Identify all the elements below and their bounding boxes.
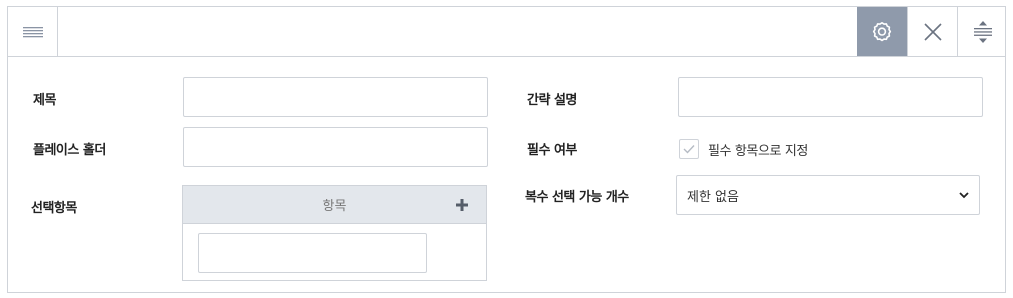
close-button[interactable] <box>907 7 957 56</box>
option-input[interactable] <box>198 233 427 273</box>
required-label: 필수 여부 <box>527 143 577 158</box>
settings-button[interactable] <box>857 7 907 56</box>
options-header-label: 항목 <box>322 199 347 214</box>
list-lines-icon <box>22 26 43 37</box>
required-checkbox-label: 필수 항목으로 지정 <box>708 143 808 159</box>
plus-icon[interactable] <box>454 197 470 213</box>
options-table: 항목 <box>182 185 487 281</box>
field-settings-panel: 제목 플레이스 홀더 선택항목 항목 간략 설명 필수 여부 필수 항목으로 지… <box>7 6 1006 293</box>
options-header: 항목 <box>183 186 486 224</box>
toolbar <box>8 7 1005 57</box>
placeholder-input[interactable] <box>183 127 488 167</box>
expand-vertical-icon <box>973 20 992 43</box>
multi-select-dropdown[interactable]: 제한 없음 <box>676 175 980 215</box>
gear-icon <box>872 21 892 41</box>
options-label: 선택항목 <box>31 201 77 216</box>
required-checkbox[interactable] <box>679 139 699 159</box>
description-label: 간략 설명 <box>527 93 577 108</box>
chevron-down-icon <box>959 192 969 199</box>
checkmark-icon <box>683 145 695 154</box>
multi-select-value: 제한 없음 <box>687 189 739 205</box>
required-checkbox-row[interactable]: 필수 항목으로 지정 <box>679 139 808 159</box>
close-icon <box>923 22 942 41</box>
title-label: 제목 <box>33 93 56 108</box>
title-input[interactable] <box>183 77 488 117</box>
menu-button[interactable] <box>8 7 58 56</box>
placeholder-label: 플레이스 홀더 <box>33 143 106 158</box>
multi-select-label: 복수 선택 가능 개수 <box>525 190 629 205</box>
description-input[interactable] <box>678 77 983 117</box>
expand-button[interactable] <box>957 7 1007 56</box>
